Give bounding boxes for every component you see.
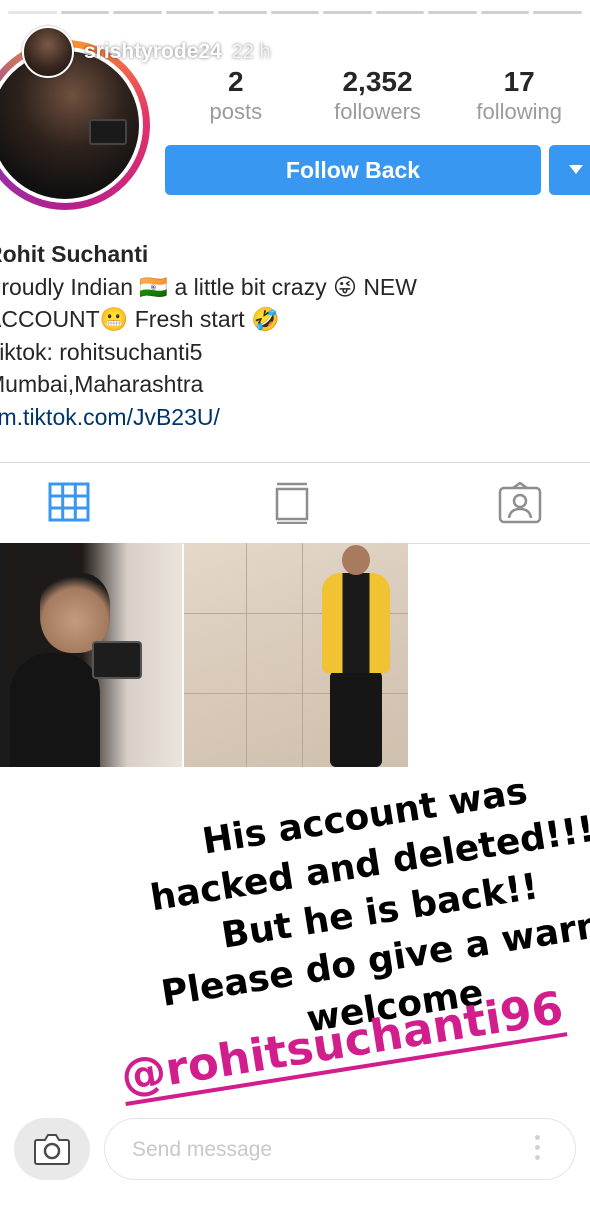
- progress-segment: [218, 11, 267, 14]
- stat-following[interactable]: 17 following: [448, 66, 590, 126]
- bio-website-link[interactable]: vm.tiktok.com/JvB23U/: [0, 401, 417, 434]
- post-thumbnail[interactable]: [0, 543, 182, 767]
- tile-line: [302, 543, 303, 767]
- profile-full-name: Rohit Suchanti: [0, 241, 149, 267]
- photo-figure-jacket: [322, 573, 390, 673]
- following-count: 17: [503, 66, 535, 97]
- progress-segment: [428, 11, 477, 14]
- bio-line: Mumbai,Maharashtra: [0, 371, 204, 397]
- progress-segment: [480, 11, 530, 14]
- send-message-input[interactable]: Send message: [104, 1118, 576, 1180]
- progress-segment: [60, 11, 110, 14]
- send-message-placeholder: Send message: [132, 1138, 273, 1161]
- tagged-user-icon: [498, 482, 542, 524]
- suggestions-dropdown-button[interactable]: [549, 145, 590, 195]
- profile-tabs: [0, 462, 590, 544]
- tab-feed[interactable]: [234, 463, 354, 543]
- bio-line: Proudly Indian 🇮🇳 a little bit crazy 😜 N…: [0, 273, 417, 300]
- posts-label: posts: [209, 99, 263, 124]
- following-label: following: [476, 99, 562, 124]
- photo-figure-legs: [330, 671, 382, 767]
- progress-segment: [375, 11, 425, 14]
- bio-line: ACCOUNT😬 Fresh start 🤣: [0, 306, 280, 332]
- followers-count: 2,352: [342, 66, 413, 97]
- more-options-icon[interactable]: [535, 1135, 541, 1165]
- post-thumbnail[interactable]: [184, 543, 408, 767]
- camera-icon: [34, 1134, 70, 1165]
- bio-line: Tiktok: rohitsuchanti5: [0, 338, 203, 365]
- story-progress-bar: [8, 11, 583, 14]
- profile-bio: Rohit Suchanti Proudly Indian 🇮🇳 a littl…: [0, 238, 417, 433]
- tile-line: [246, 543, 247, 767]
- posts-grid: [0, 543, 590, 767]
- tab-tagged[interactable]: [458, 463, 578, 543]
- tab-grid[interactable]: [8, 463, 128, 543]
- photo-figure: [10, 653, 100, 767]
- story-author-avatar[interactable]: [22, 26, 74, 78]
- progress-segment: [533, 11, 583, 14]
- photo-phone: [92, 641, 142, 679]
- stat-followers[interactable]: 2,352 followers: [307, 66, 449, 126]
- story-author-username[interactable]: srishtyrode24: [84, 40, 222, 64]
- follow-back-button[interactable]: Follow Back: [165, 145, 541, 195]
- camera-button[interactable]: [14, 1118, 90, 1180]
- followers-label: followers: [334, 99, 421, 124]
- progress-segment: [165, 11, 215, 14]
- story-timestamp: 22 h: [231, 40, 271, 63]
- progress-segment: [270, 11, 320, 14]
- chevron-down-icon: [569, 165, 583, 174]
- story-header: srishtyrode24 22 h: [22, 26, 271, 78]
- progress-segment: [113, 11, 162, 14]
- feed-icon: [275, 482, 309, 524]
- grid-icon: [48, 482, 90, 522]
- phone-in-photo: [89, 119, 127, 145]
- progress-segment: [8, 11, 57, 14]
- photo-figure-head: [342, 545, 370, 575]
- progress-segment: [323, 11, 372, 14]
